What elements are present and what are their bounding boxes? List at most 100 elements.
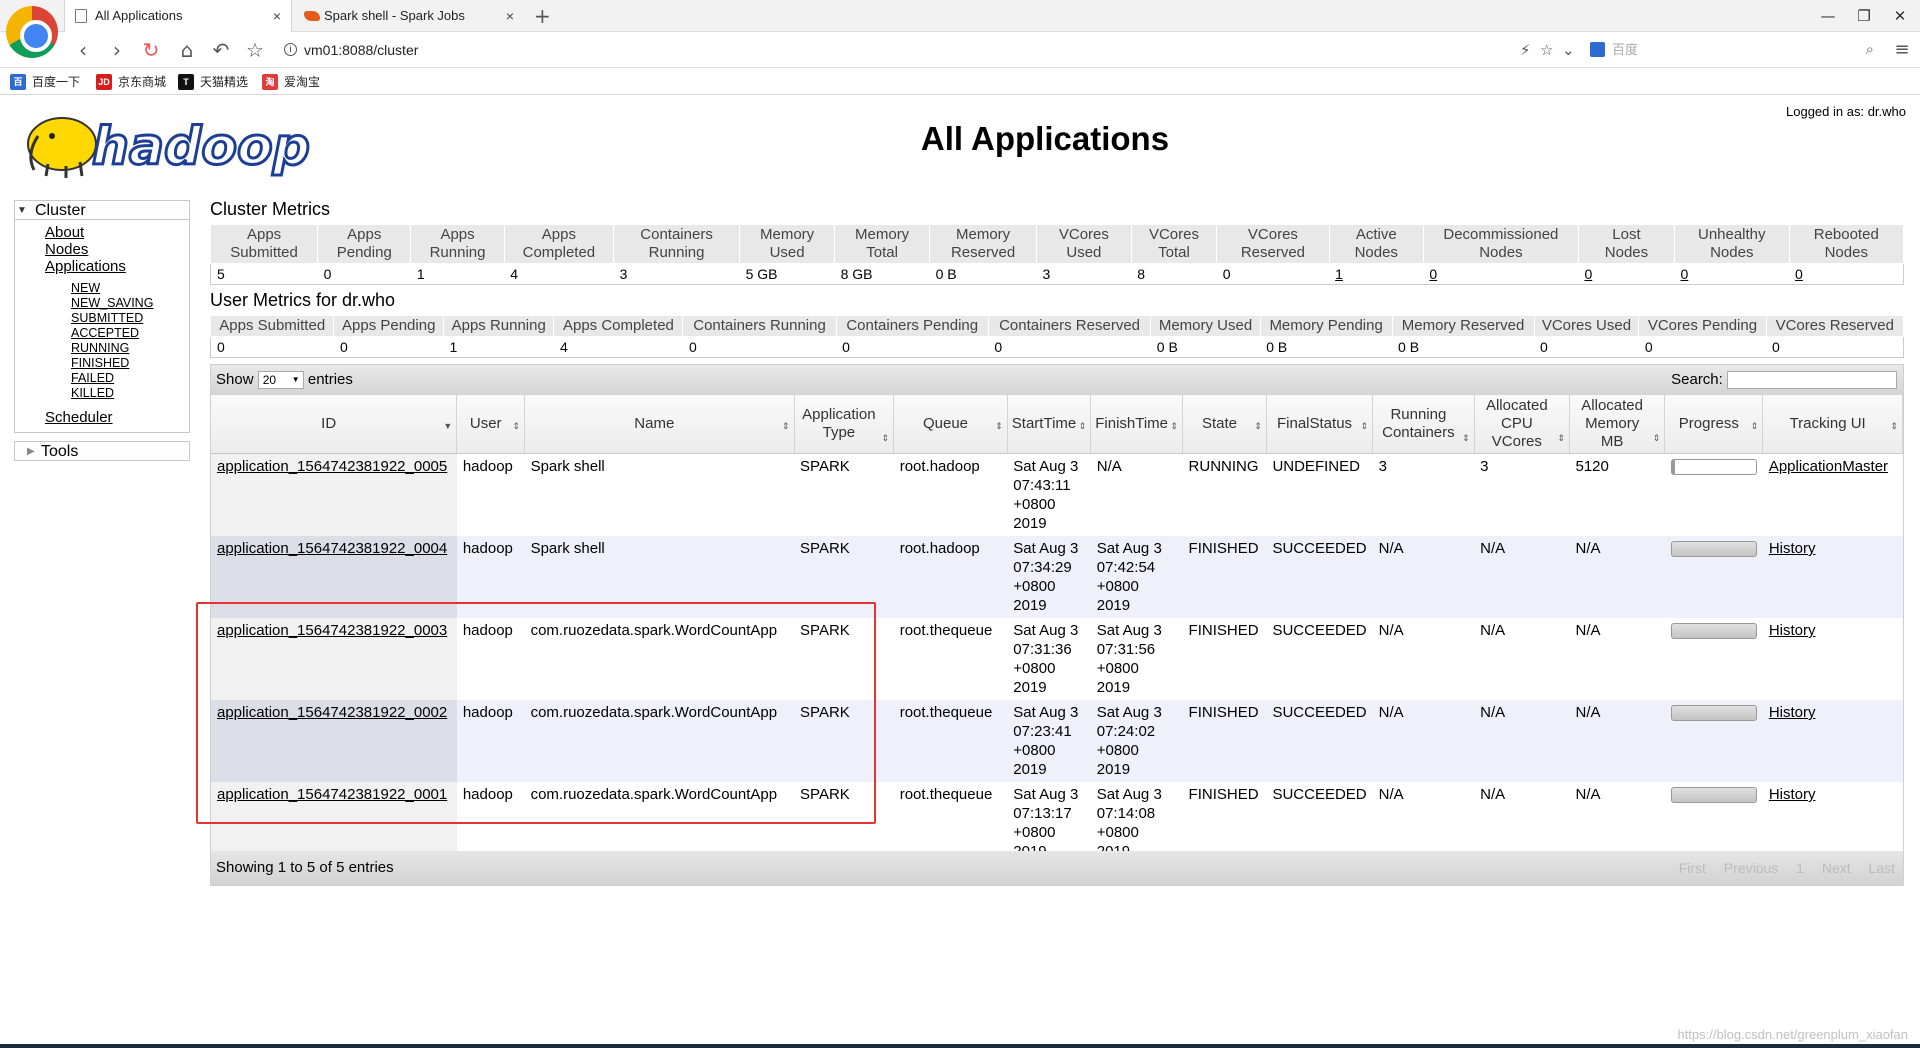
column-header[interactable]: FinalStatus ⇕	[1266, 395, 1374, 454]
sidebar-item-new[interactable]: NEW	[15, 281, 189, 296]
pagination: First Previous 1 Next Last	[1665, 860, 1895, 876]
sidebar-item-applications[interactable]: Applications	[15, 258, 189, 275]
app-allocated-vcores: N/A	[1474, 700, 1570, 782]
home-button[interactable]: ⌂	[174, 36, 200, 64]
column-header[interactable]: Progress ⇕	[1664, 395, 1764, 454]
browser-logo-icon[interactable]	[6, 6, 58, 58]
app-id-link[interactable]: application_1564742381922_0004	[217, 540, 447, 557]
sort-icon: ⇕	[1750, 421, 1759, 431]
applications-table-wrapper: Show 20 entries Search: ID▼User⇕Name⇕App…	[210, 364, 1904, 886]
sidebar-item-scheduler[interactable]: Scheduler	[15, 409, 189, 426]
back-button[interactable]: ‹	[70, 36, 96, 64]
column-header[interactable]: Running Containers ⇕	[1372, 395, 1475, 454]
baidu-icon: 百	[10, 74, 26, 90]
table-search-input[interactable]	[1727, 371, 1897, 390]
undo-close-button[interactable]: ↶	[208, 36, 234, 64]
column-header[interactable]: Queue ⇕	[893, 395, 1008, 454]
column-header[interactable]: Name ⇕	[524, 395, 795, 454]
hadoop-logo[interactable]: hadoop	[18, 106, 318, 184]
minimize-button[interactable]: —	[1808, 0, 1848, 32]
page-length-select[interactable]: 20	[257, 371, 304, 390]
app-state: RUNNING	[1182, 453, 1267, 536]
app-id-link[interactable]: application_1564742381922_0002	[217, 704, 447, 721]
app-progress-cell	[1664, 536, 1763, 618]
close-tab-icon[interactable]: ×	[273, 0, 281, 32]
tracking-ui-link[interactable]: History	[1769, 540, 1816, 557]
app-id-link[interactable]: application_1564742381922_0005	[217, 458, 447, 475]
progress-bar	[1670, 459, 1757, 475]
close-window-button[interactable]: ✕	[1880, 0, 1920, 32]
sidebar-item-running[interactable]: RUNNING	[15, 341, 189, 356]
sidebar-item-about[interactable]: About	[15, 224, 189, 241]
column-header[interactable]: State ⇕	[1182, 395, 1267, 454]
tracking-ui-link[interactable]: History	[1769, 622, 1816, 639]
tracking-ui-link[interactable]: History	[1769, 704, 1816, 721]
bookmark-aitaobao[interactable]: 淘 爱淘宝	[262, 73, 320, 91]
user-metric-value: 1	[443, 336, 554, 358]
pager-last[interactable]: Last	[1869, 860, 1895, 876]
column-header[interactable]: StartTime ⇕	[1007, 395, 1092, 454]
user-metric-header: VCores Reserved	[1765, 315, 1905, 337]
tracking-ui-link[interactable]: History	[1769, 786, 1816, 803]
pager-page-1[interactable]: 1	[1796, 860, 1804, 876]
column-header[interactable]: Tracking UI ⇕	[1762, 395, 1903, 454]
search-icon[interactable]: ⌕	[1866, 37, 1874, 63]
chevron-down-icon[interactable]: ⌄	[1562, 37, 1575, 63]
nodes-count-link[interactable]: 0	[1429, 266, 1437, 282]
search-input[interactable]: 百度 ⌕	[1588, 37, 1878, 63]
user-metric-header: Containers Pending	[835, 315, 989, 337]
column-header[interactable]: ID ▼	[211, 395, 458, 454]
sidebar-item-failed[interactable]: FAILED	[15, 371, 189, 386]
favorite-star-icon[interactable]: ☆	[242, 36, 268, 64]
sidebar-item-killed[interactable]: KILLED	[15, 386, 189, 401]
sidebar-item-new-saving[interactable]: NEW_SAVING	[15, 296, 189, 311]
tab-spark-jobs[interactable]: Spark shell - Spark Jobs ×	[294, 0, 524, 32]
nodes-count-link[interactable]: 0	[1795, 266, 1803, 282]
pager-next[interactable]: Next	[1822, 860, 1851, 876]
app-tracking-cell: History	[1762, 536, 1903, 618]
app-start-time: Sat Aug 3 07:43:11 +0800 2019	[1007, 453, 1091, 536]
table-info: Showing 1 to 5 of 5 entries	[216, 859, 394, 876]
close-tab-icon[interactable]: ×	[506, 0, 514, 32]
reload-button[interactable]: ↻	[138, 36, 164, 64]
app-id-link[interactable]: application_1564742381922_0003	[217, 622, 447, 639]
sidebar-item-submitted[interactable]: SUBMITTED	[15, 311, 189, 326]
sidebar-item-accepted[interactable]: ACCEPTED	[15, 326, 189, 341]
bookmark-baidu[interactable]: 百 百度一下	[10, 73, 80, 91]
bookmark-tmall[interactable]: T 天猫精选	[178, 73, 248, 91]
column-header[interactable]: FinishTime ⇕	[1090, 395, 1184, 454]
forward-button[interactable]: ›	[104, 36, 130, 64]
column-header[interactable]: Allocated Memory MB ⇕	[1569, 395, 1666, 454]
column-header[interactable]: Allocated CPU VCores ⇕	[1474, 395, 1570, 454]
address-bar[interactable]: i vm01:8088/cluster	[280, 37, 1580, 63]
column-header[interactable]: Application Type ⇕	[794, 395, 895, 454]
app-id-cell: application_1564742381922_0002	[211, 700, 457, 782]
cluster-metric-value: 3	[613, 263, 740, 285]
sidebar-item-nodes[interactable]: Nodes	[15, 241, 189, 258]
caret-down-icon: ▼	[17, 205, 27, 216]
tab-all-applications[interactable]: All Applications ×	[64, 0, 292, 32]
tools-section-toggle[interactable]: ▶ Tools	[14, 441, 190, 461]
app-user: hadoop	[456, 618, 525, 700]
site-info-icon[interactable]: i	[284, 43, 297, 56]
restore-button[interactable]: ❐	[1844, 0, 1884, 32]
menu-icon[interactable]: ≡	[1892, 37, 1912, 63]
bookmark-star-icon[interactable]: ☆	[1540, 37, 1553, 63]
nodes-count-link[interactable]: 0	[1681, 266, 1689, 282]
tracking-ui-link[interactable]: ApplicationMaster	[1769, 458, 1888, 475]
address-toolbar: ‹ › ↻ ⌂ ↶ ☆ i vm01:8088/cluster ⚡ ☆ ⌄ 百度…	[0, 32, 1920, 68]
lightning-icon[interactable]: ⚡	[1520, 37, 1531, 63]
app-allocated-memory: N/A	[1569, 536, 1665, 618]
app-id-link[interactable]: application_1564742381922_0001	[217, 786, 447, 803]
nodes-count-link[interactable]: 1	[1335, 266, 1343, 282]
app-id-cell: application_1564742381922_0003	[211, 618, 457, 700]
cluster-metric-header: Apps Pending	[317, 224, 412, 264]
sidebar-item-finished[interactable]: FINISHED	[15, 356, 189, 371]
pager-first[interactable]: First	[1679, 860, 1706, 876]
bookmark-jd[interactable]: JD 京东商城	[96, 73, 166, 91]
pager-previous[interactable]: Previous	[1724, 860, 1778, 876]
cluster-section-toggle[interactable]: ▼ Cluster	[14, 200, 190, 220]
new-tab-button[interactable]: +	[534, 0, 551, 32]
nodes-count-link[interactable]: 0	[1584, 266, 1592, 282]
column-header[interactable]: User ⇕	[456, 395, 526, 454]
